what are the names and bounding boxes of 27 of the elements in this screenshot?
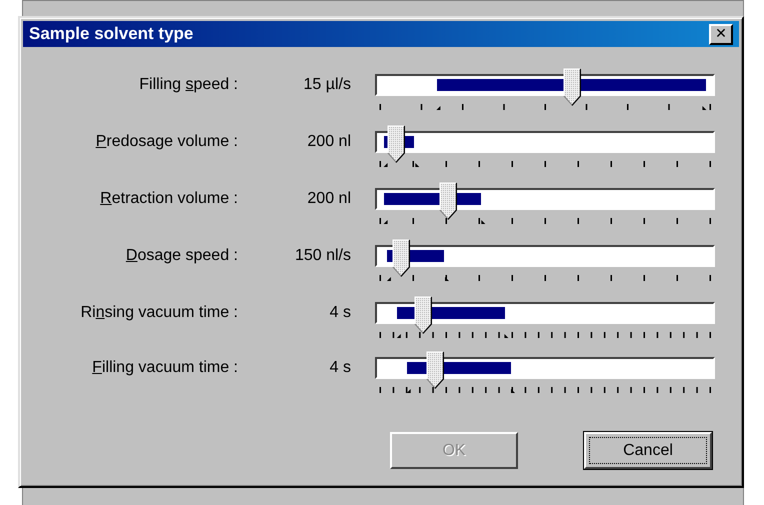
slider-label: Filling vacuum time : — [91, 358, 238, 378]
slider-value: 15 µl/s — [302, 75, 352, 95]
slider-value: 4 s — [328, 358, 352, 378]
slider-label: Rinsing vacuum time : — [80, 303, 238, 323]
slider-track[interactable] — [375, 131, 715, 153]
slider-value: 200 nl — [306, 132, 352, 152]
slider-track[interactable] — [375, 302, 715, 324]
slider-label: Dosage speed : — [124, 246, 238, 266]
slider-thumb[interactable] — [439, 182, 458, 220]
slider-track[interactable] — [375, 245, 715, 267]
slider-track[interactable] — [375, 74, 715, 96]
slider-label: Predosage volume : — [94, 132, 238, 152]
cancel-button[interactable]: Cancel — [584, 432, 712, 469]
slider-track[interactable] — [375, 188, 715, 210]
slider-value: 150 nl/s — [294, 246, 352, 266]
slider-thumb[interactable] — [414, 296, 432, 334]
slider-thumb[interactable] — [392, 239, 410, 277]
slider-track[interactable] — [375, 357, 715, 379]
slider-value: 4 s — [328, 303, 352, 323]
window-title: Sample solvent type — [29, 24, 194, 44]
slider-label: Filling speed : — [138, 75, 238, 95]
slider-thumb[interactable] — [562, 68, 581, 106]
slider-thumb[interactable] — [387, 125, 406, 163]
close-button[interactable]: ✕ — [709, 24, 733, 44]
slider-value: 200 nl — [306, 189, 352, 209]
slider-thumb[interactable] — [426, 351, 444, 389]
slider-label: Retraction volume : — [99, 189, 238, 209]
